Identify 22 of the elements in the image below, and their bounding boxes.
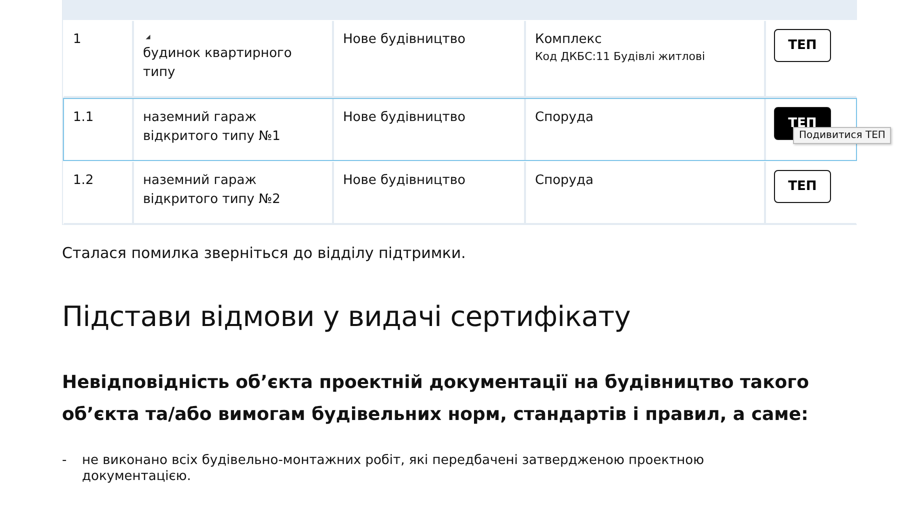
construction-type: Нове будівництво: [343, 110, 466, 125]
tep-button[interactable]: ТЕП: [774, 170, 831, 203]
list-marker: -: [62, 453, 68, 470]
object-name: наземний гараж відкритого типу №2: [143, 172, 282, 209]
object-name: будинок квартирного типу: [143, 45, 293, 82]
expand-toggle-icon[interactable]: [145, 34, 151, 40]
row-number: 1.1: [73, 110, 94, 125]
section-title: Підстави відмови у видачі сертифікату: [62, 300, 632, 333]
reason-heading: Невідповідність об’єкта проектній документації на будівництво такого об’єкта та/або вимогам будівельних норм, стандартів і правил, а саме:: [62, 371, 810, 427]
error-message: Сталася помилка зверніться до відділу підтримки.: [62, 244, 467, 262]
object-code: Код ДКБС:11 Будівлі житлові: [535, 49, 706, 65]
object-category: Споруда: [535, 109, 594, 127]
object-name: наземний гараж відкритого типу №1: [143, 109, 282, 146]
row-number: 1.2: [73, 173, 94, 188]
tep-button[interactable]: ТЕП: [774, 29, 831, 62]
construction-type: Нове будівництво: [343, 173, 466, 188]
object-category: Споруда: [535, 172, 594, 190]
reason-text: не виконано всіх будівельно-монтажних робіт, які передбачені затвердженою проектною документацією.: [82, 453, 706, 485]
tooltip: Подивитися ТЕП: [793, 127, 892, 144]
object-category: Комплекс: [535, 31, 602, 49]
construction-type: Нове будівництво: [343, 32, 466, 47]
row-number: 1: [73, 32, 82, 47]
